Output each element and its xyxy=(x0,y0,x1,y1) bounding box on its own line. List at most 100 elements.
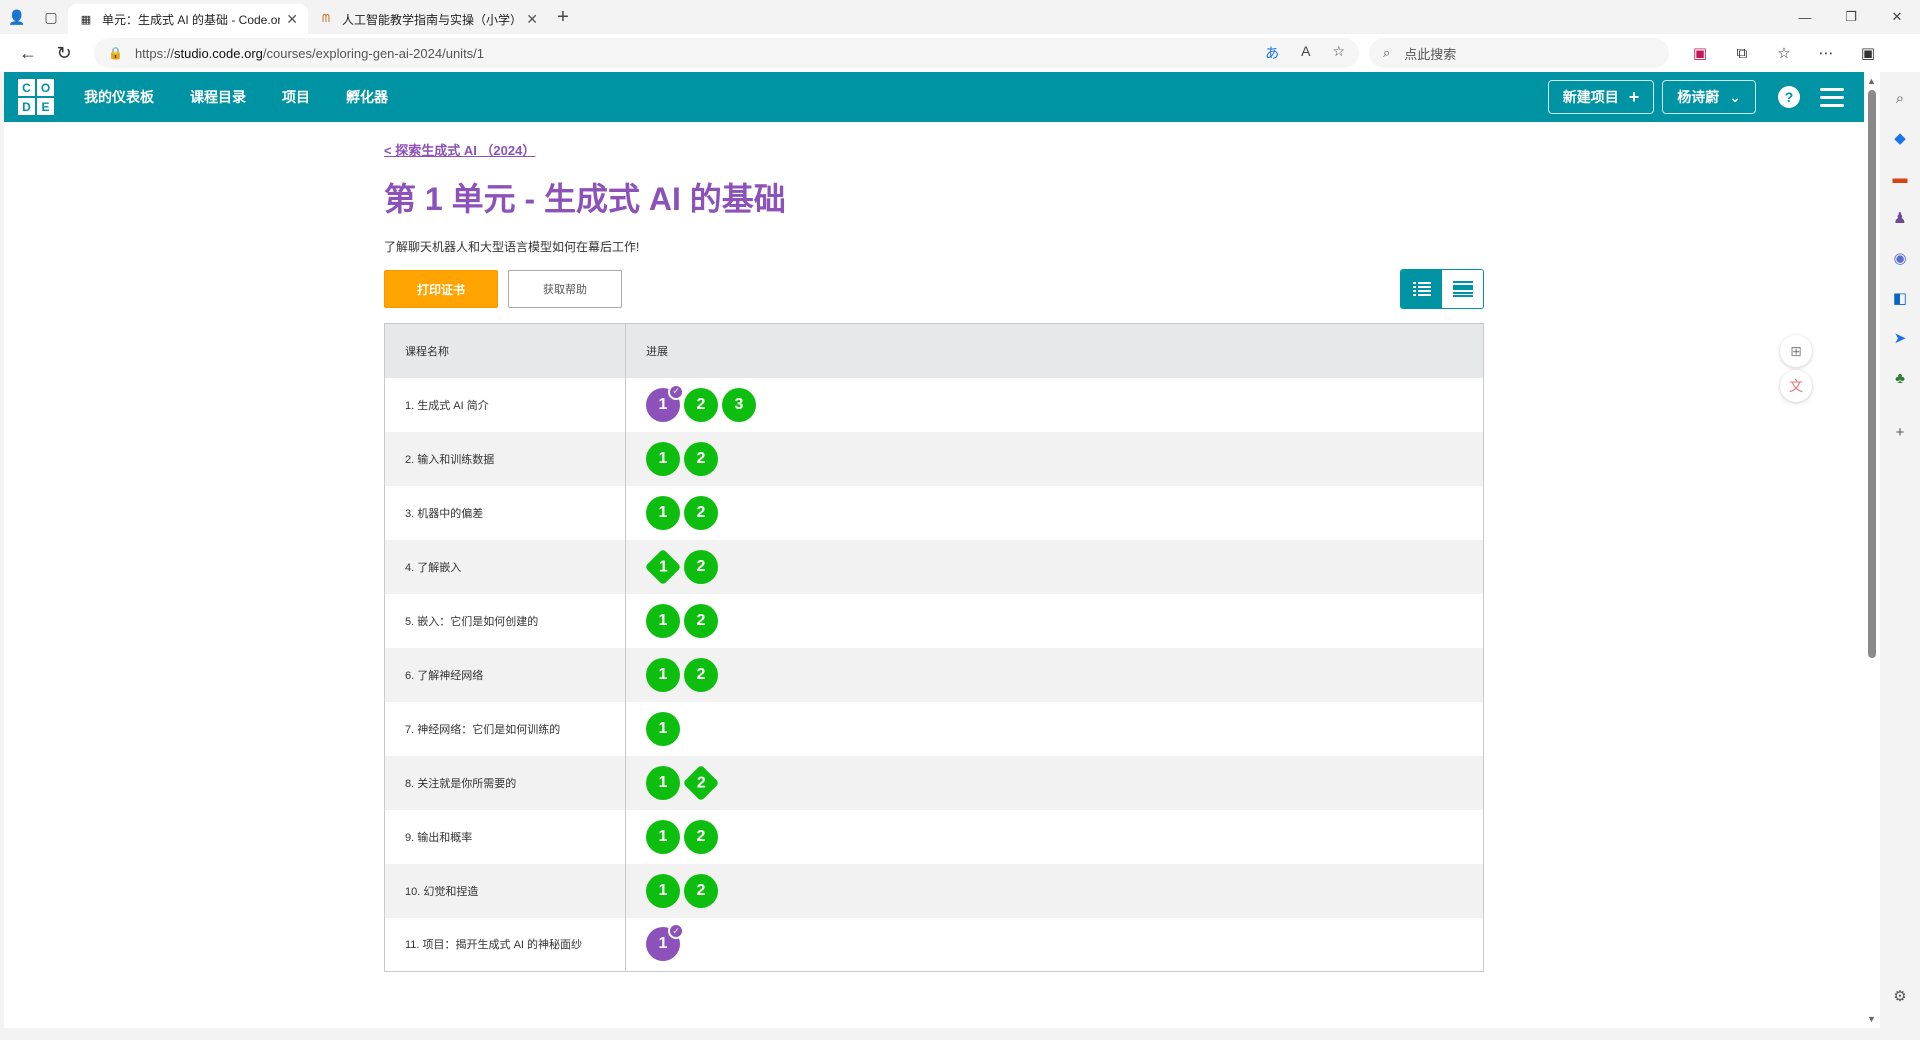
level-bubble[interactable]: 1 xyxy=(646,819,680,854)
level-bubble[interactable]: 2 xyxy=(684,441,718,476)
level-bubble[interactable]: 2 xyxy=(684,657,718,692)
nav-projects[interactable]: 项目 xyxy=(282,87,310,107)
code-org-logo[interactable]: C O D E xyxy=(18,79,54,115)
url-text: https://studio.code.org/courses/explorin… xyxy=(134,45,485,61)
extension-icon[interactable]: ▣ xyxy=(1681,37,1719,69)
level-bubble-diamond[interactable]: 2 xyxy=(682,764,720,801)
print-certificate-button[interactable]: 打印证书 xyxy=(384,270,498,308)
shopping-icon[interactable]: ◆ xyxy=(1884,122,1916,154)
new-project-button[interactable]: 新建项目 + xyxy=(1547,80,1655,114)
new-tab-button[interactable]: + xyxy=(548,6,578,29)
table-row[interactable]: 6. 了解神经网络 1 2 xyxy=(384,647,1484,702)
scroll-up-icon[interactable]: ▲ xyxy=(1867,76,1876,86)
back-to-course-link[interactable]: < 探索生成式 AI （2024） xyxy=(384,140,535,159)
lesson-name[interactable]: 2. 输入和训练数据 xyxy=(384,431,626,486)
translate-icon[interactable]: あ xyxy=(1265,43,1279,63)
profile-icon[interactable]: 👤 xyxy=(0,0,34,34)
lesson-name[interactable]: 4. 了解嵌入 xyxy=(384,539,626,594)
logo-letter: D xyxy=(18,98,35,115)
lesson-name[interactable]: 10. 幻觉和捏造 xyxy=(384,863,626,918)
nav-course-catalog[interactable]: 课程目录 xyxy=(190,87,246,107)
level-bubble[interactable]: 1 xyxy=(646,765,680,800)
level-bubble[interactable]: 1 xyxy=(646,495,680,530)
tab-actions-icon[interactable]: ▢ xyxy=(34,0,68,34)
sidebar-toggle-icon[interactable]: ▣ xyxy=(1849,37,1887,69)
extensions-icon[interactable]: ⧉ xyxy=(1723,37,1761,69)
table-row[interactable]: 11. 项目：揭开生成式 AI 的神秘面纱 1 ✓ xyxy=(384,917,1484,972)
help-icon[interactable]: ? xyxy=(1778,86,1800,108)
level-bubble[interactable]: 2 xyxy=(684,495,718,530)
nav-dashboard[interactable]: 我的仪表板 xyxy=(84,87,154,107)
search-box[interactable]: ⌕ 点此搜索 xyxy=(1369,38,1669,68)
close-tab-icon[interactable]: ✕ xyxy=(286,11,298,28)
user-menu-button[interactable]: 杨诗蔚 ⌄ xyxy=(1662,80,1756,114)
lesson-name[interactable]: 3. 机器中的偏差 xyxy=(384,485,626,540)
level-bubble[interactable]: 1 ✓ xyxy=(646,923,684,962)
lesson-name[interactable]: 7. 神经网络：它们是如何训练的 xyxy=(384,701,626,756)
level-bubble[interactable]: 1 xyxy=(646,441,680,476)
level-bubble[interactable]: 3 xyxy=(722,387,756,422)
table-row[interactable]: 5. 嵌入：它们是如何创建的 1 2 xyxy=(384,593,1484,648)
site-info-icon[interactable]: 🔒 xyxy=(108,46,123,60)
outlook-icon[interactable]: ◧ xyxy=(1884,282,1916,314)
level-bubble[interactable]: 2 xyxy=(684,873,718,908)
more-icon[interactable]: ⋯ xyxy=(1807,37,1845,69)
level-bubble[interactable]: 1 xyxy=(646,873,680,908)
close-window-icon[interactable]: ✕ xyxy=(1874,0,1920,34)
level-bubble[interactable]: 2 xyxy=(684,549,718,584)
add-icon[interactable]: + xyxy=(1884,416,1916,448)
back-icon[interactable]: ← xyxy=(10,37,46,69)
get-help-button[interactable]: 获取帮助 xyxy=(508,270,622,308)
level-bubble[interactable]: 1 xyxy=(646,603,680,638)
apps-icon[interactable]: ⊞ xyxy=(1780,335,1812,367)
level-number: 2 xyxy=(696,773,706,791)
games-icon[interactable]: ♟ xyxy=(1884,202,1916,234)
table-row[interactable]: 2. 输入和训练数据 1 2 xyxy=(384,431,1484,486)
page-scrollbar[interactable]: ▲ ▼ xyxy=(1864,72,1880,1028)
lesson-name[interactable]: 5. 嵌入：它们是如何创建的 xyxy=(384,593,626,648)
level-bubble[interactable]: 1 xyxy=(646,711,680,746)
lesson-name[interactable]: 11. 项目：揭开生成式 AI 的神秘面纱 xyxy=(384,917,626,972)
table-row[interactable]: 8. 关注就是你所需要的 1 2 xyxy=(384,755,1484,810)
send-icon[interactable]: ➤ xyxy=(1884,322,1916,354)
level-bubble[interactable]: 2 xyxy=(684,819,718,854)
refresh-icon[interactable]: ↻ xyxy=(46,37,82,69)
minimize-icon[interactable]: — xyxy=(1782,0,1828,34)
table-row[interactable]: 1. 生成式 AI 简介 1 ✓ 2 3 xyxy=(384,377,1484,432)
search-placeholder: 点此搜索 xyxy=(1404,46,1457,62)
hamburger-menu-icon[interactable] xyxy=(1820,87,1844,107)
lesson-name[interactable]: 1. 生成式 AI 简介 xyxy=(384,377,626,432)
level-bubble[interactable]: 1 xyxy=(646,657,680,692)
copilot-icon[interactable]: ◉ xyxy=(1884,242,1916,274)
detail-view-icon[interactable] xyxy=(1442,270,1483,308)
tree-icon[interactable]: ♣ xyxy=(1884,362,1916,394)
table-row[interactable]: 10. 幻觉和捏造 1 2 xyxy=(384,863,1484,918)
level-bubble[interactable]: 2 xyxy=(684,603,718,638)
tab-active[interactable]: ▦ 单元：生成式 AI 的基础 - Code.org ✕ xyxy=(68,4,308,34)
settings-icon[interactable]: ⚙ xyxy=(1884,980,1916,1012)
lesson-name[interactable]: 8. 关注就是你所需要的 xyxy=(384,755,626,810)
read-aloud-icon[interactable]: A xyxy=(1301,43,1310,63)
lesson-name[interactable]: 6. 了解神经网络 xyxy=(384,647,626,702)
tab-inactive[interactable]: ᗰ 人工智能教学指南与实操（小学） ✕ xyxy=(308,4,548,34)
lesson-name[interactable]: 9. 输出和概率 xyxy=(384,809,626,864)
table-row[interactable]: 9. 输出和概率 1 2 xyxy=(384,809,1484,864)
favorites-icon[interactable]: ☆ xyxy=(1765,37,1803,69)
scroll-down-icon[interactable]: ▼ xyxy=(1867,1014,1876,1024)
favorite-star-icon[interactable]: ☆ xyxy=(1332,43,1345,63)
nav-incubator[interactable]: 孵化器 xyxy=(346,87,388,107)
restore-icon[interactable]: ❐ xyxy=(1828,0,1874,34)
close-tab-icon[interactable]: ✕ xyxy=(526,11,538,28)
translate-float-icon[interactable]: 文 xyxy=(1780,370,1812,402)
tools-icon[interactable]: ▬ xyxy=(1884,162,1916,194)
level-bubble-diamond[interactable]: 1 xyxy=(644,548,682,585)
list-view-icon[interactable] xyxy=(1401,270,1442,308)
scroll-thumb[interactable] xyxy=(1868,90,1876,658)
search-icon[interactable]: ⌕ xyxy=(1884,82,1916,114)
address-bar[interactable]: 🔒 https://studio.code.org/courses/explor… xyxy=(94,38,1359,68)
level-bubble[interactable]: 1 ✓ xyxy=(646,383,684,422)
table-row[interactable]: 3. 机器中的偏差 1 2 xyxy=(384,485,1484,540)
level-bubble[interactable]: 2 xyxy=(684,387,718,422)
table-row[interactable]: 4. 了解嵌入 1 2 xyxy=(384,539,1484,594)
table-row[interactable]: 7. 神经网络：它们是如何训练的 1 xyxy=(384,701,1484,756)
